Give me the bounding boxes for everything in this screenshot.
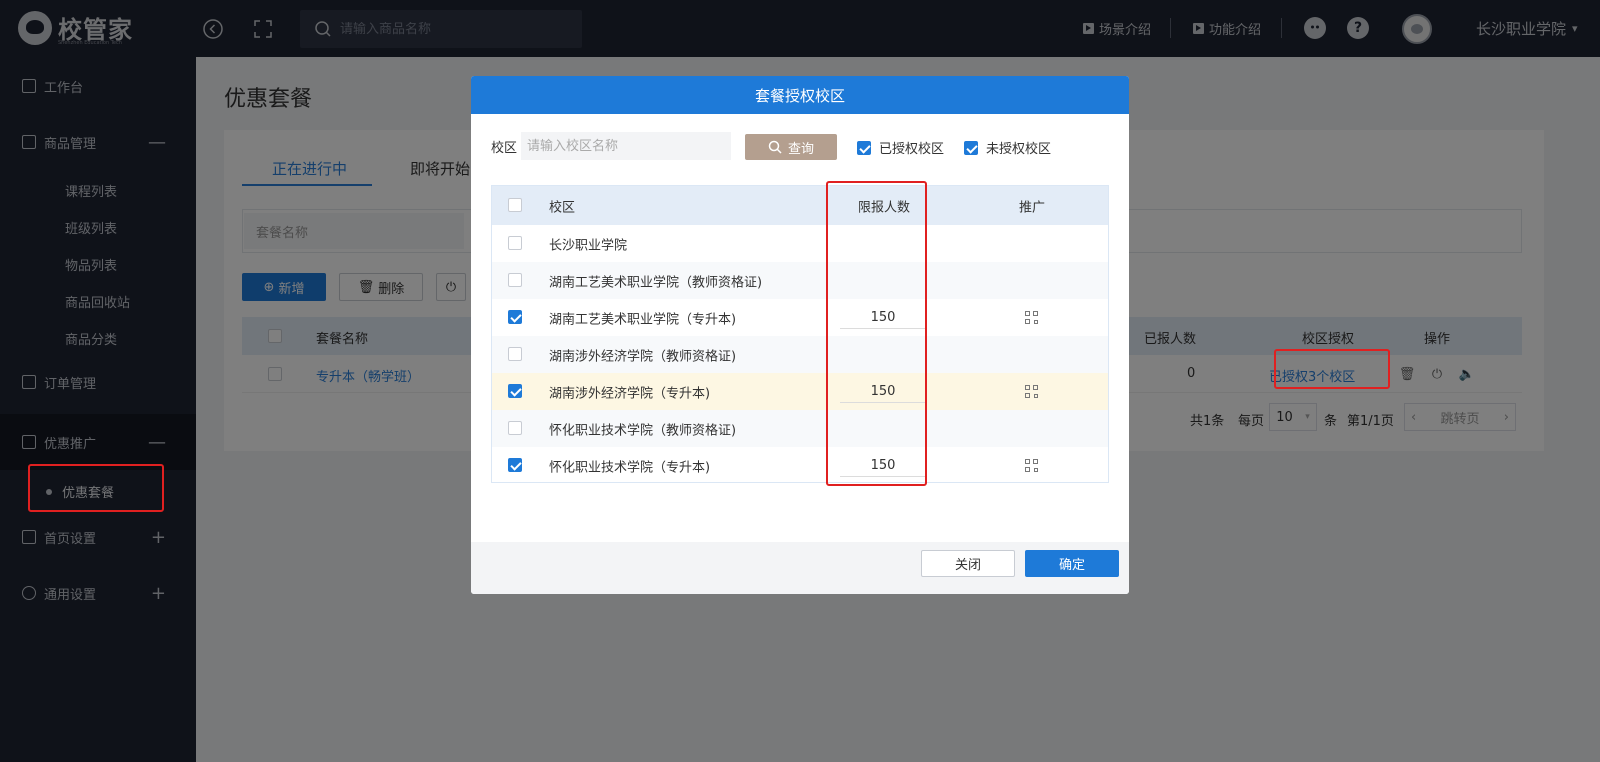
table-row: 湖南工艺美术职业学院（专升本): [492, 299, 1108, 336]
table-row: 湖南涉外经济学院（专升本): [492, 373, 1108, 410]
qr-code-icon[interactable]: [1025, 384, 1039, 399]
row-checkbox[interactable]: [508, 236, 522, 250]
query-button[interactable]: 查询: [745, 134, 837, 160]
campus-search-input[interactable]: [521, 132, 731, 160]
filter-unauthorized[interactable]: 未授权校区: [964, 138, 1051, 157]
qr-code-icon[interactable]: [1025, 458, 1039, 473]
campus-table: 校区 限报人数 推广 长沙职业学院 湖南工艺美术职业学院（教师资格证) 湖南工艺…: [491, 185, 1109, 483]
annotation-box-auth: [1274, 349, 1390, 389]
table-row: 湖南涉外经济学院（教师资格证): [492, 336, 1108, 373]
table-row: 怀化职业技术学院（教师资格证): [492, 410, 1108, 447]
filter-authorized-checkbox[interactable]: [857, 140, 871, 155]
qr-code-icon[interactable]: [1025, 310, 1039, 325]
row-checkbox[interactable]: [508, 347, 522, 361]
campus-auth-dialog: 套餐授权校区 校区 查询 已授权校区 未授权校区 校区 限报人数 推广 长沙职业…: [471, 76, 1129, 594]
search-icon: [768, 140, 782, 154]
annotation-box-sidebar: [28, 464, 164, 512]
campus-filter-label: 校区: [491, 141, 518, 156]
confirm-button[interactable]: 确定: [1025, 550, 1119, 577]
filter-unauthorized-checkbox[interactable]: [964, 140, 978, 155]
campus-name: 湖南涉外经济学院（专升本): [549, 386, 711, 401]
campus-name: 怀化职业技术学院（教师资格证): [549, 423, 737, 438]
column-header-campus: 校区: [549, 200, 576, 215]
filter-unauthorized-label: 未授权校区: [986, 142, 1052, 157]
row-checkbox[interactable]: [508, 384, 522, 398]
table-row: 怀化职业技术学院（专升本): [492, 447, 1108, 484]
dialog-title: 套餐授权校区: [471, 76, 1129, 114]
campus-name: 长沙职业学院: [549, 238, 628, 253]
filter-authorized-label: 已授权校区: [879, 142, 945, 157]
campus-table-header: 校区 限报人数 推广: [492, 186, 1108, 225]
dialog-footer: 关闭 确定: [471, 542, 1129, 594]
filter-authorized[interactable]: 已授权校区: [857, 138, 944, 157]
row-checkbox[interactable]: [508, 273, 522, 287]
select-all-checkbox[interactable]: [508, 198, 522, 212]
row-checkbox[interactable]: [508, 421, 522, 435]
query-button-label: 查询: [787, 141, 814, 157]
table-row: 长沙职业学院: [492, 225, 1108, 262]
close-button[interactable]: 关闭: [921, 550, 1015, 577]
campus-name: 湖南工艺美术职业学院（教师资格证): [549, 275, 763, 290]
annotation-box-limit: [826, 181, 927, 486]
row-checkbox[interactable]: [508, 310, 522, 324]
campus-name: 湖南工艺美术职业学院（专升本): [549, 312, 737, 327]
campus-name: 怀化职业技术学院（专升本): [549, 460, 711, 475]
campus-name: 湖南涉外经济学院（教师资格证): [549, 349, 737, 364]
table-row: 湖南工艺美术职业学院（教师资格证): [492, 262, 1108, 299]
column-header-promote: 推广: [1019, 200, 1046, 215]
row-checkbox[interactable]: [508, 458, 522, 472]
